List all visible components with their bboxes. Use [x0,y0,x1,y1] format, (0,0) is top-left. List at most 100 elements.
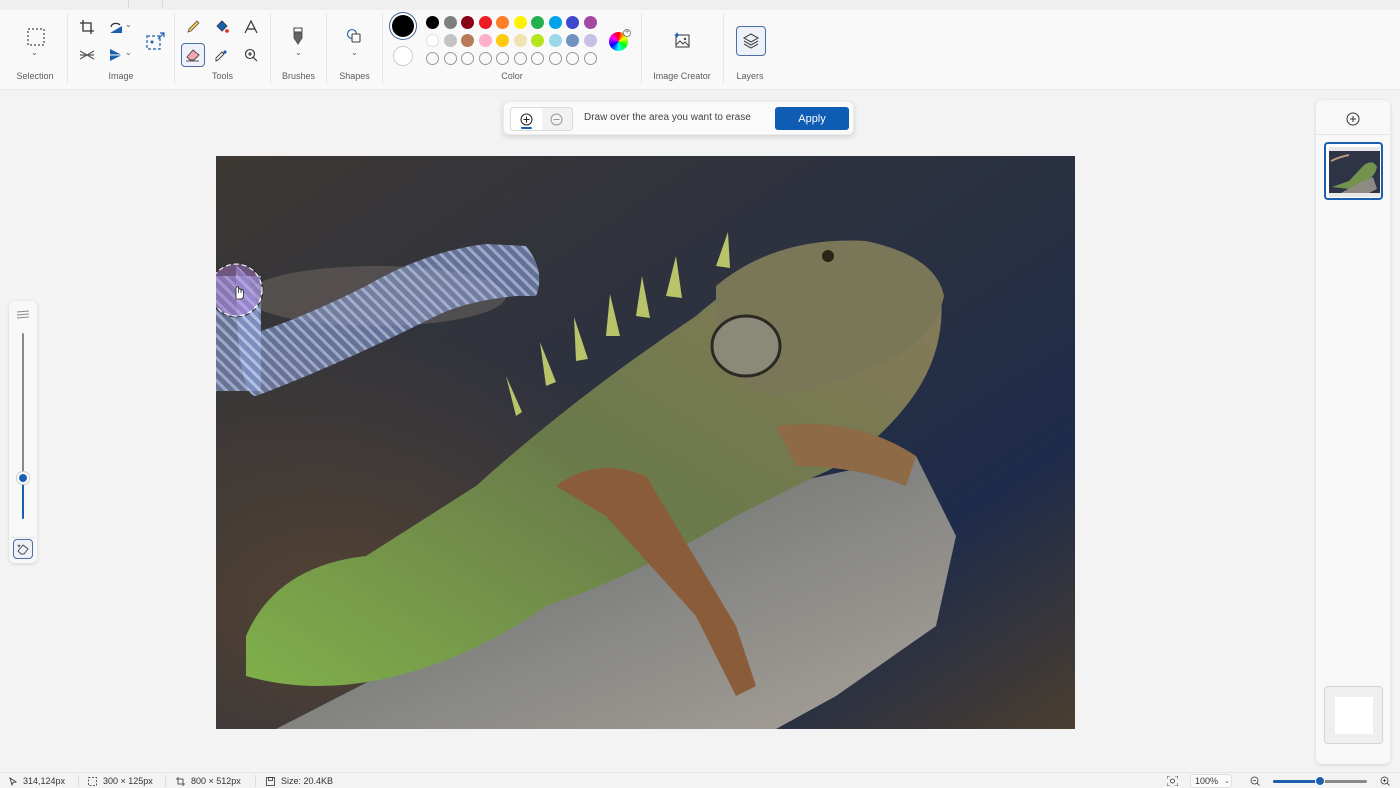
slider-fill [22,478,24,519]
custom-color-slot[interactable] [426,52,439,65]
generative-erase-bar: Draw over the area you want to erase App… [503,101,854,135]
divider [255,775,256,787]
image-creator-button[interactable] [670,28,694,52]
zoom-slider[interactable] [1273,776,1367,786]
zoom-out-button[interactable] [1250,776,1260,788]
layers-icon [742,33,760,49]
custom-color-slot[interactable] [566,52,579,65]
brushes-button[interactable] [286,24,310,48]
brush-size-slider[interactable] [17,333,29,519]
eraser-icon [186,49,200,62]
chevron-down-icon[interactable]: ⌄ [125,48,132,57]
color-swatch[interactable] [531,16,544,29]
color-swatch[interactable] [566,16,579,29]
custom-color-slot[interactable] [513,52,527,65]
secondary-color-swatch[interactable] [393,46,413,66]
divider [11,537,35,538]
group-image: ⌄ ⌄ Image [68,10,174,90]
pencil-icon [187,20,200,33]
chevron-down-icon[interactable]: ⌄ [351,48,358,57]
resize-button[interactable] [143,28,169,54]
group-label: Selection [16,71,54,81]
hand-cursor-icon [235,286,244,300]
selection-button[interactable] [23,24,49,50]
color-swatch[interactable] [443,16,457,29]
generative-erase-icon [16,543,29,554]
layers-button[interactable] [736,26,766,56]
color-picker-tool[interactable] [210,43,234,67]
minus-circle-icon [550,113,563,125]
color-swatch[interactable] [496,34,509,47]
pointer-icon [9,776,17,786]
custom-color-slot[interactable] [583,52,597,65]
ribbon-toolbar: ⌄ Selection ⌄ ⌄ Image Tools ⌄ Brushes ⌄ … [0,10,1400,90]
blank-layer-preview [1335,697,1373,734]
add-layer-button[interactable] [1346,112,1360,131]
chevron-down-icon[interactable]: ⌄ [31,48,38,57]
color-swatch[interactable] [443,34,457,47]
color-swatch[interactable] [478,34,492,47]
selection-size: 300 × 125px [88,776,153,786]
canvas-image[interactable] [216,156,1075,729]
pencil-tool[interactable] [181,15,205,39]
group-shapes: ⌄ Shapes [327,10,382,90]
primary-color-swatch[interactable] [392,15,414,37]
chevron-down-icon[interactable]: ⌄ [125,20,132,29]
color-swatch[interactable] [426,34,439,47]
chevron-down-icon: ⌄ [1224,778,1230,785]
remove-background-button[interactable] [75,43,99,67]
chevron-down-icon[interactable]: ⌄ [295,48,302,57]
color-swatch[interactable] [583,16,597,29]
color-swatch[interactable] [548,34,562,47]
eraser-tool[interactable] [181,43,205,67]
layer-thumbnail-1[interactable] [1324,142,1383,200]
zoom-in-button[interactable] [1380,776,1390,788]
file-size: Size: 20.4KB [266,776,333,786]
color-swatch[interactable] [531,34,544,47]
fit-to-window-button[interactable] [1166,775,1179,788]
fill-tool[interactable] [210,15,234,39]
zoom-slider-thumb[interactable] [1315,776,1325,786]
color-swatch[interactable] [566,34,579,47]
group-brushes: ⌄ Brushes [271,10,326,90]
slider-thumb[interactable] [17,472,29,485]
custom-color-slot[interactable] [531,52,544,65]
color-swatch[interactable] [461,34,474,47]
resize-image-icon [146,32,165,50]
crop-button[interactable] [75,15,99,39]
file-size-value: Size: 20.4KB [281,776,334,786]
color-swatch[interactable] [583,34,597,47]
color-swatch[interactable] [426,16,439,29]
custom-color-slot[interactable] [461,52,474,65]
group-image-creator: Image Creator [642,10,722,90]
zoom-level-dropdown[interactable]: 100% ⌄ [1190,774,1232,788]
custom-color-slot[interactable] [478,52,492,65]
custom-color-slot[interactable] [496,52,509,65]
divider [78,775,79,787]
edit-colors-button[interactable]: + [609,29,631,51]
cursor-position: 314,124px [9,776,65,786]
group-label: Image Creator [653,71,711,81]
tab-separator [128,0,129,8]
remove-area-button[interactable] [542,108,573,130]
color-swatch[interactable] [548,16,562,29]
group-color: + Color [383,10,641,90]
layers-panel [1316,100,1390,764]
magnifier-tool[interactable] [239,43,263,67]
color-swatch[interactable] [513,16,527,29]
color-swatch[interactable] [513,34,527,47]
apply-button[interactable]: Apply [775,107,849,130]
brush-icon [293,27,303,45]
custom-color-slot[interactable] [548,52,562,65]
color-swatch[interactable] [461,16,474,29]
color-swatch[interactable] [478,16,492,29]
shapes-icon [346,28,361,43]
color-swatch[interactable] [496,16,509,29]
text-tool[interactable] [239,15,263,39]
layer-thumbnail-2[interactable] [1324,686,1383,744]
custom-color-slot[interactable] [443,52,457,65]
add-area-button[interactable] [511,108,542,130]
shapes-button[interactable] [342,24,366,48]
image-creator-icon [674,32,690,48]
generative-erase-button[interactable] [13,539,33,559]
